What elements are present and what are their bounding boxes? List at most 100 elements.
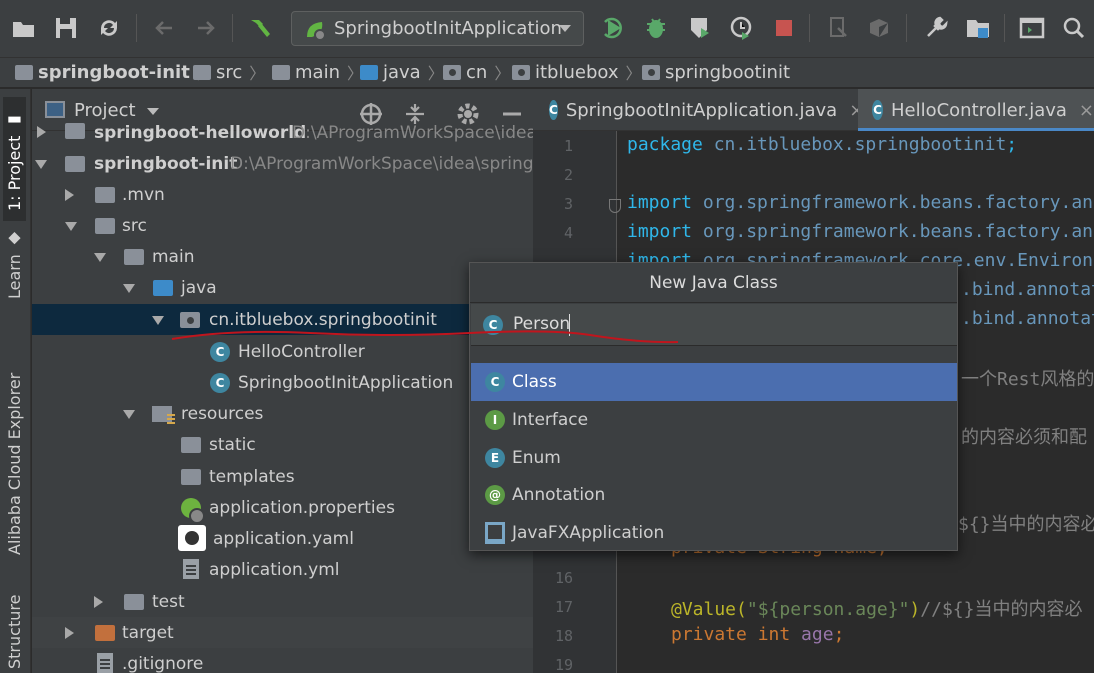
line-number: 2 (563, 166, 573, 184)
tree-item-springboot-init[interactable]: springboot-init D:\AProgramWorkSpace\ide… (32, 148, 533, 179)
breadcrumb-item[interactable]: main 〉 (272, 59, 363, 85)
line-number: 3 (563, 195, 573, 213)
code-line: import org.springframework.beans.factory… (627, 221, 1093, 242)
package-icon (512, 64, 530, 80)
collapse-arrow-icon[interactable] (35, 160, 47, 169)
collapse-arrow-icon[interactable] (94, 253, 106, 262)
line-number: 16 (554, 569, 573, 587)
code-line: private int age; (671, 624, 845, 645)
new-java-class-dialog: New Java Class C Person C Class I Interf… (469, 262, 958, 551)
tree-item-src[interactable]: src (32, 210, 533, 241)
folder-icon (272, 64, 290, 80)
tab-springbootinitapplication[interactable]: C SpringbootInitApplication.java × (533, 89, 864, 131)
terminal-icon[interactable] (1018, 14, 1046, 42)
profile-icon[interactable] (728, 14, 756, 42)
run-configuration-select[interactable]: SpringbootInitApplication (291, 11, 584, 46)
line-number: 19 (554, 656, 573, 673)
kind-option-annotation[interactable]: @ Annotation (471, 476, 957, 514)
forward-icon[interactable] (192, 14, 220, 42)
search-icon[interactable] (1060, 14, 1088, 42)
build-hammer-icon[interactable] (246, 14, 274, 42)
tab-learn[interactable]: Learn ◆ (3, 230, 26, 303)
source-folder-icon (360, 64, 378, 80)
project-view-icon (45, 101, 65, 118)
resources-folder-icon (152, 406, 175, 424)
breadcrumb-item[interactable]: itbluebox 〉 (512, 59, 642, 85)
code-line: 的内容必须和配 (961, 427, 1087, 448)
tree-item-application-yaml[interactable]: application.yaml (32, 523, 533, 554)
tree-item-springbootinitapplication[interactable]: C SpringbootInitApplication (32, 367, 533, 398)
line-number: 17 (554, 598, 573, 616)
tree-item-target[interactable]: target (32, 617, 533, 648)
tree-item-java[interactable]: java (32, 272, 533, 303)
sync-icon[interactable] (95, 14, 123, 42)
tree-item-springboot-helloworld[interactable]: springboot-helloworld D:\AProgramWorkSpa… (32, 117, 533, 148)
expand-arrow-icon[interactable] (65, 189, 74, 201)
breadcrumb-item[interactable]: springboot-init〉 (15, 59, 213, 85)
sdk-icon[interactable] (964, 14, 992, 42)
breadcrumb-item[interactable]: cn 〉 (443, 59, 510, 85)
expand-arrow-icon[interactable] (37, 126, 46, 138)
attach-icon[interactable] (824, 14, 852, 42)
collapse-arrow-icon[interactable] (65, 222, 77, 231)
kind-option-interface[interactable]: I Interface (471, 401, 957, 439)
tab-project[interactable]: 1: Project ▬ (3, 97, 26, 221)
tab-structure[interactable]: Structure (3, 589, 26, 673)
breadcrumb-item[interactable]: src 〉 (193, 59, 265, 85)
tree-item-mvn[interactable]: .mvn (32, 179, 533, 210)
code-line: 一个Rest风格的 (961, 369, 1094, 390)
coverage-icon[interactable] (686, 14, 714, 42)
package-icon (642, 64, 660, 80)
source-folder-icon (153, 280, 173, 296)
close-icon[interactable]: × (1079, 100, 1094, 121)
excluded-folder-icon (95, 625, 115, 641)
save-icon[interactable] (52, 14, 80, 42)
tree-item-templates[interactable]: templates (32, 461, 533, 492)
breadcrumb: springboot-init〉 src〉 main〉 java〉 cn〉 it… (0, 58, 1094, 88)
text-file-icon (183, 559, 199, 579)
kind-option-javafx[interactable]: JavaFXApplication (471, 514, 957, 552)
expand-arrow-icon[interactable] (94, 596, 103, 608)
code-line: .bind.annotat (961, 279, 1094, 300)
tree-item-gitignore[interactable]: .gitignore (32, 648, 533, 673)
expand-arrow-icon[interactable] (65, 627, 74, 639)
enum-icon: E (485, 448, 505, 468)
text-file-icon (97, 653, 113, 673)
rerun-icon[interactable] (600, 14, 628, 42)
tab-hellocontroller[interactable]: C HelloController.java × (858, 89, 1094, 131)
collapse-arrow-icon[interactable] (123, 410, 135, 419)
main-toolbar: SpringbootInitApplication (0, 0, 1094, 58)
code-line: package cn.itbluebox.springbootinit; (627, 134, 1018, 155)
editor-tabs: C SpringbootInitApplication.java × C Hel… (533, 89, 1094, 131)
fold-marker-icon[interactable] (609, 199, 621, 213)
folder-icon (181, 437, 201, 453)
breadcrumb-item[interactable]: java 〉 (360, 59, 444, 85)
kind-option-enum[interactable]: E Enum (471, 439, 957, 477)
debug-icon[interactable] (642, 14, 670, 42)
tree-item-static[interactable]: static (32, 429, 533, 460)
settings-wrench-icon[interactable] (922, 14, 950, 42)
folder-icon (124, 249, 144, 265)
line-number: 18 (554, 627, 573, 645)
kind-option-class[interactable]: C Class (471, 363, 957, 401)
tree-item-application-properties[interactable]: application.properties (32, 492, 533, 524)
module-folder-icon (15, 64, 33, 80)
tree-item-resources[interactable]: resources (32, 398, 533, 429)
collapse-arrow-icon[interactable] (152, 316, 164, 325)
tree-item-main[interactable]: main (32, 241, 533, 272)
tree-item-test[interactable]: test (32, 586, 533, 617)
tab-alibaba-cloud-explorer[interactable]: Alibaba Cloud Explorer (3, 339, 26, 559)
breadcrumb-item[interactable]: springbootinit (642, 59, 790, 85)
code-line: import org.springframework.beans.factory… (627, 192, 1093, 213)
chevron-down-icon[interactable] (147, 108, 159, 115)
open-folder-icon[interactable] (10, 14, 38, 42)
folder-icon (181, 469, 201, 485)
project-structure-icon[interactable] (866, 14, 894, 42)
line-number: 4 (563, 224, 573, 242)
collapse-arrow-icon[interactable] (123, 284, 135, 293)
code-line: ${}当中的内容必 (958, 514, 1094, 535)
class-icon: C (485, 372, 505, 392)
back-icon[interactable] (150, 14, 178, 42)
tree-item-application-yml[interactable]: application.yml (32, 554, 533, 585)
stop-icon[interactable] (770, 14, 798, 42)
